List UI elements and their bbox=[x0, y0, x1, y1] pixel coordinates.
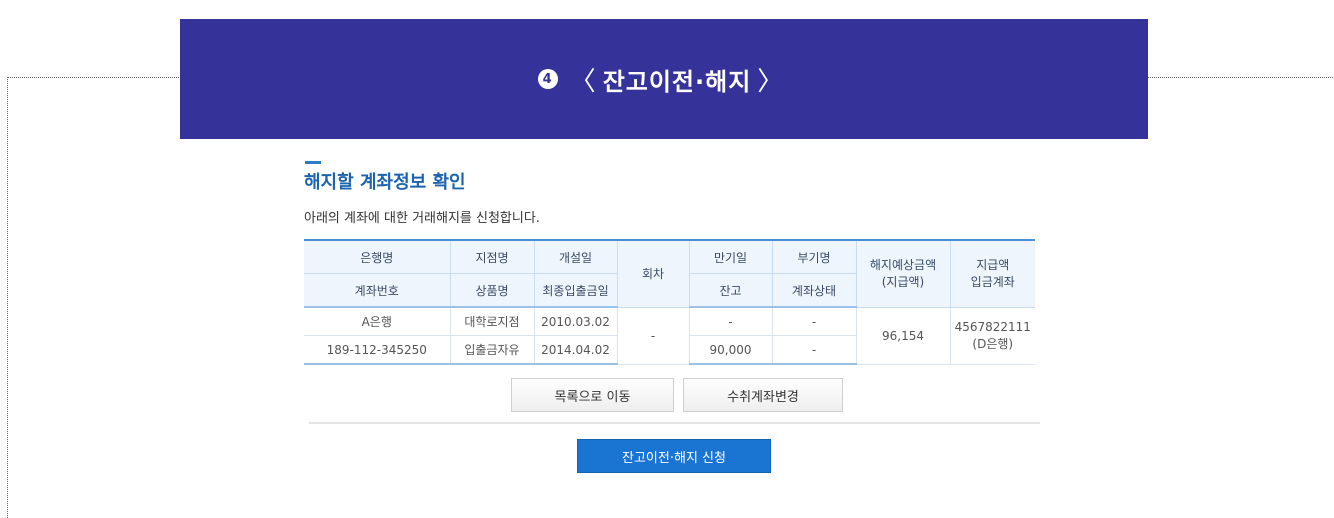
cell-payout-account: 4567822111 (D은행) bbox=[949, 306, 1035, 365]
table-row: A은행 대학로지점 2010.03.02 - - - 96,154 456782… bbox=[304, 306, 1035, 365]
header-round: 회차 bbox=[616, 239, 690, 308]
step-number-badge: 4 bbox=[537, 69, 558, 89]
cell-expected-amount: 96,154 bbox=[855, 306, 951, 365]
header-deputy: 부기명 bbox=[771, 239, 857, 274]
header-balance: 잔고 bbox=[688, 273, 773, 308]
bracket-open: 〈 bbox=[569, 66, 597, 97]
header-expected-amount-label: 해지예상금액 bbox=[869, 257, 937, 272]
header-open-date: 개설일 bbox=[533, 239, 618, 274]
cell-open-date: 2010.03.02 bbox=[533, 306, 618, 336]
cell-payout-account-number: 4567822111 bbox=[954, 319, 1031, 334]
change-receiving-account-button[interactable]: 수취계좌변경 bbox=[683, 378, 843, 412]
submit-transfer-termination-button[interactable]: 잔고이전·해지 신청 bbox=[577, 439, 771, 473]
cell-product: 입출금자유 bbox=[449, 335, 535, 365]
header-payout-account: 입금계좌 bbox=[970, 274, 1015, 289]
header-status: 계좌상태 bbox=[771, 273, 856, 308]
cell-bank: A은행 bbox=[304, 306, 451, 336]
header-payout: 지급액 입금계좌 bbox=[949, 239, 1035, 308]
cell-round: - bbox=[616, 306, 690, 365]
banner-title: 잔고이전·해지 bbox=[602, 67, 752, 96]
section-title: 해지할 계좌정보 확인 bbox=[304, 172, 466, 193]
section-description: 아래의 계좌에 대한 거래해지를 신청합니다. bbox=[304, 211, 540, 226]
header-payout-label: 지급액 bbox=[976, 257, 1010, 272]
cell-account-no: 189-112-345250 bbox=[304, 335, 451, 365]
cell-branch: 대학로지점 bbox=[449, 306, 535, 336]
divider bbox=[309, 422, 1040, 424]
section-title-accent bbox=[305, 161, 321, 164]
header-account-no: 계좌번호 bbox=[304, 273, 451, 308]
header-expected-amount-sub: (지급액) bbox=[881, 274, 925, 289]
cell-last-deposit: 2014.04.02 bbox=[533, 335, 618, 365]
header-maturity: 만기일 bbox=[688, 239, 773, 274]
cell-deputy: - bbox=[771, 306, 857, 336]
header-expected-amount: 해지예상금액 (지급액) bbox=[855, 239, 951, 308]
header-last-deposit: 최종입출금일 bbox=[533, 273, 618, 308]
go-to-list-button[interactable]: 목록으로 이동 bbox=[511, 378, 674, 412]
step-banner: 4 〈 잔고이전·해지 〉 bbox=[180, 19, 1148, 139]
header-product: 상품명 bbox=[449, 273, 535, 308]
cell-payout-bank: (D은행) bbox=[972, 336, 1014, 351]
cell-maturity: - bbox=[688, 306, 773, 336]
bracket-close: 〉 bbox=[757, 66, 785, 97]
cell-status: - bbox=[771, 335, 856, 365]
header-bank: 은행명 bbox=[304, 239, 451, 274]
header-branch: 지점명 bbox=[449, 239, 535, 274]
cell-balance: 90,000 bbox=[688, 335, 773, 365]
account-info-table: 은행명 지점명 개설일 회차 만기일 부기명 해지예상금액 (지급액) 지급액 … bbox=[304, 239, 1035, 365]
